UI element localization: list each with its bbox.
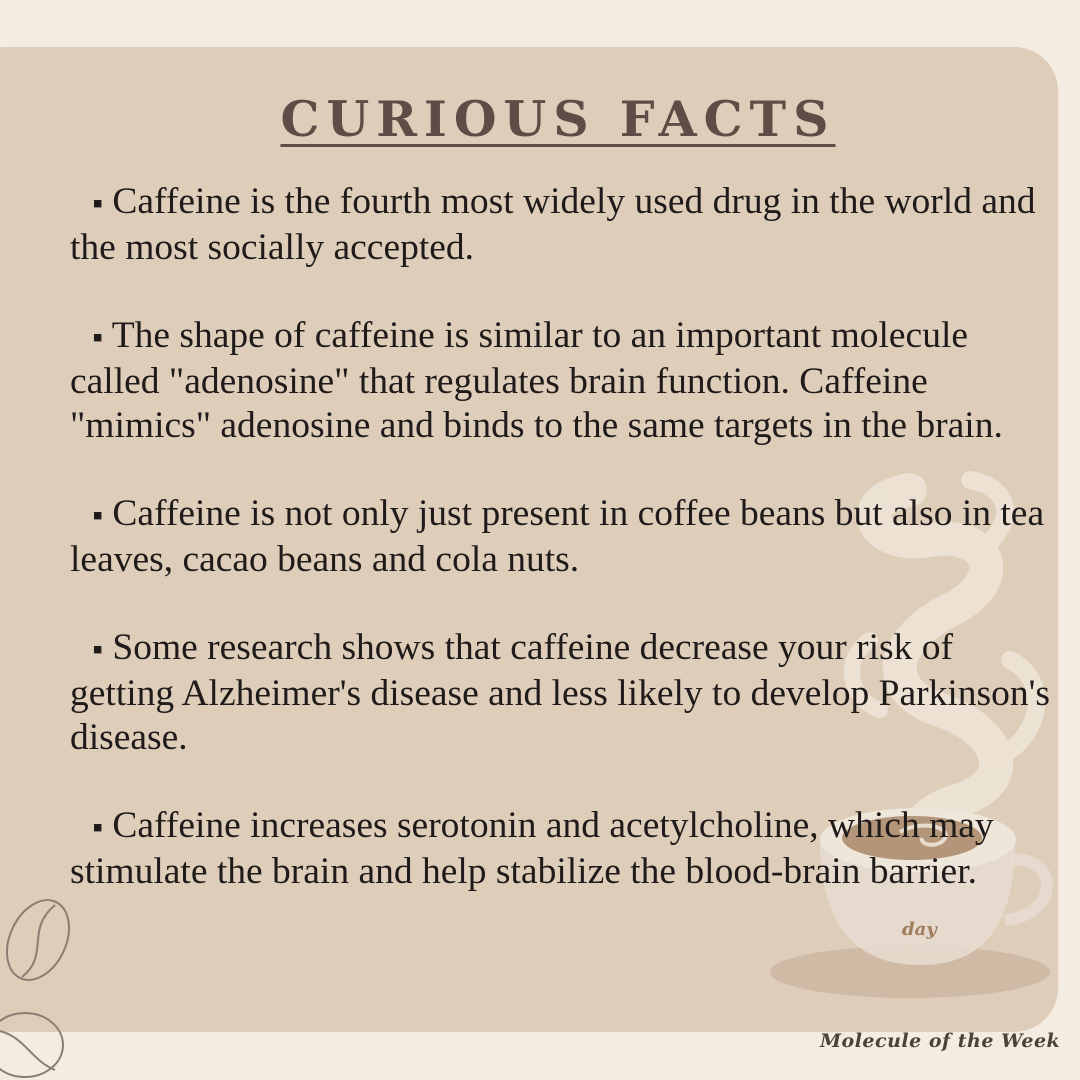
list-item: ▪ Caffeine is not only just present in c…	[70, 492, 1060, 582]
bullet-icon: ▪	[92, 499, 103, 532]
list-item: ▪ The shape of caffeine is similar to an…	[70, 314, 1060, 448]
bullet-icon: ▪	[92, 811, 103, 844]
fact-text: The shape of caffeine is similar to an i…	[70, 315, 1003, 446]
page-title: CURIOUS FACTS	[280, 90, 836, 148]
fact-text: Caffeine is not only just present in cof…	[70, 493, 1045, 580]
footer-signature: Molecule of the Week	[820, 1030, 1061, 1052]
bullet-icon: ▪	[92, 321, 103, 354]
fact-text: Caffeine increases serotonin and acetylc…	[70, 805, 994, 892]
list-item: ▪ Caffeine is the fourth most widely use…	[70, 180, 1060, 270]
list-item: ▪ Caffeine increases serotonin and acety…	[70, 804, 1060, 894]
facts-list: ▪ Caffeine is the fourth most widely use…	[70, 180, 1060, 938]
coffee-bean-icon	[0, 1012, 64, 1078]
fact-text: Some research shows that caffeine decrea…	[70, 627, 1050, 758]
bullet-icon: ▪	[92, 633, 103, 666]
fact-text: Caffeine is the fourth most widely used …	[70, 181, 1036, 268]
bullet-icon: ▪	[92, 187, 103, 220]
list-item: ▪ Some research shows that caffeine decr…	[70, 626, 1060, 760]
coffee-bean-icon	[6, 899, 70, 981]
